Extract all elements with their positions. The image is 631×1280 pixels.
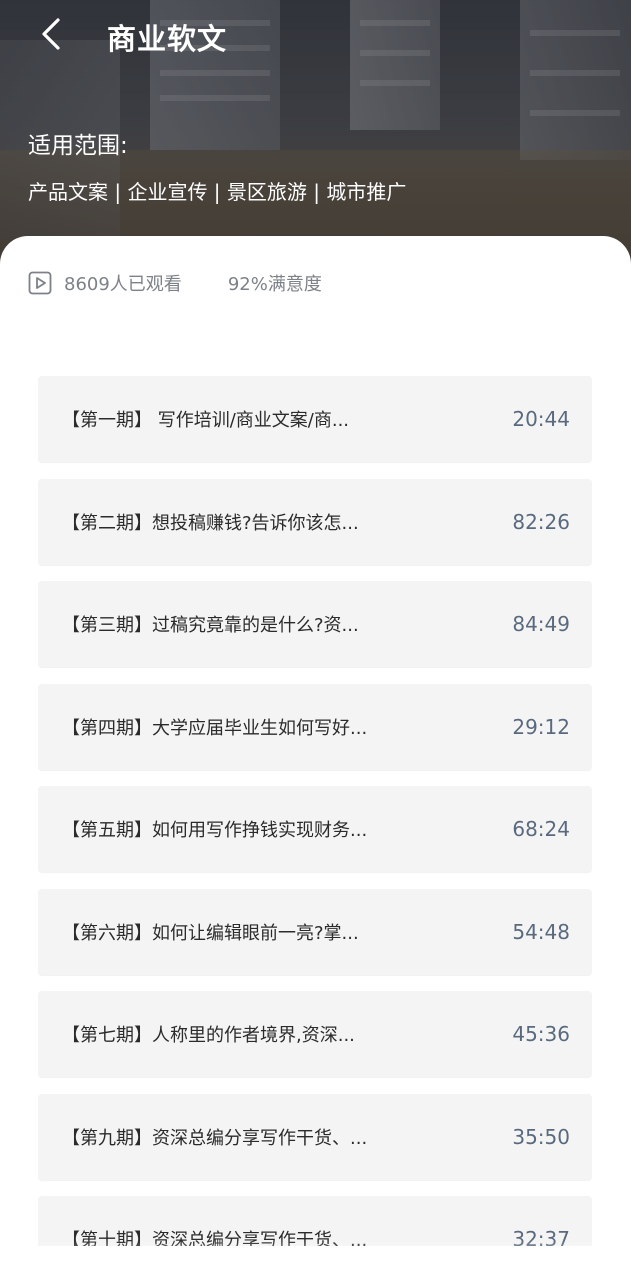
episode-duration: 84:49 xyxy=(512,612,570,636)
page-title: 商业软文 xyxy=(107,22,228,56)
top-bar: 商业软文 xyxy=(0,0,631,72)
episode-duration: 68:24 xyxy=(512,817,570,841)
episode-duration: 45:36 xyxy=(512,1022,570,1046)
view-count: 8609人已观看 xyxy=(64,274,182,295)
episode-title: 【第六期】如何让编辑眼前一亮?掌... xyxy=(62,922,359,944)
list-bottom-fade xyxy=(0,1240,631,1280)
episode-title: 【第二期】想投稿赚钱?告诉你该怎... xyxy=(62,512,359,534)
scope-label: 适用范围: xyxy=(28,133,128,159)
episode-item[interactable]: 【第九期】资深总编分享写作干货、... 35:50 xyxy=(38,1093,592,1180)
episode-duration: 20:44 xyxy=(512,407,570,431)
episode-duration: 29:12 xyxy=(512,714,570,739)
video-play-icon xyxy=(28,271,52,295)
episode-item[interactable]: 【第七期】人称里的作者境界,资深... 45:36 xyxy=(38,991,592,1077)
episode-title: 【第五期】如何用写作挣钱实现财务... xyxy=(62,820,368,841)
episode-item[interactable]: 【第五期】如何用写作挣钱实现财务... 68:24 xyxy=(38,786,592,872)
episode-item[interactable]: 【第四期】大学应届毕业生如何写好... 29:12 xyxy=(38,683,592,770)
back-button[interactable] xyxy=(30,12,74,56)
episode-title: 【第一期】 写作培训/商业文案/商... xyxy=(62,410,350,431)
episode-item[interactable]: 【第三期】过稿究竟靠的是什么?资... 84:49 xyxy=(38,581,592,667)
episode-item[interactable]: 【第一期】 写作培训/商业文案/商... 20:44 xyxy=(38,376,592,462)
episode-title: 【第三期】过稿究竟靠的是什么?资... xyxy=(62,615,359,636)
chevron-left-icon xyxy=(42,18,60,50)
episode-duration: 35:50 xyxy=(512,1124,570,1149)
episode-duration: 54:48 xyxy=(512,919,570,944)
episode-title: 【第七期】人称里的作者境界,资深... xyxy=(62,1025,355,1046)
episode-duration: 82:26 xyxy=(512,509,570,534)
episode-item[interactable]: 【第十期】资深总编分享写作干货、... 32:37 xyxy=(38,1196,592,1246)
satisfaction-rate: 92%满意度 xyxy=(227,274,322,295)
episode-item[interactable]: 【第二期】想投稿赚钱?告诉你该怎... 82:26 xyxy=(38,478,592,565)
content-card: 8609人已观看 92%满意度 【第一期】 写作培训/商业文案/商... 20:… xyxy=(0,236,631,1280)
episode-title: 【第四期】大学应届毕业生如何写好... xyxy=(62,717,368,739)
episode-title: 【第九期】资深总编分享写作干货、... xyxy=(62,1127,368,1149)
stats-row: 8609人已观看 92%满意度 xyxy=(28,270,322,296)
scope-tags: 产品文案 | 企业宣传 | 景区旅游 | 城市推广 xyxy=(28,180,407,204)
episode-item[interactable]: 【第六期】如何让编辑眼前一亮?掌... 54:48 xyxy=(38,888,592,975)
episode-list: 【第一期】 写作培训/商业文案/商... 20:44 【第二期】想投稿赚钱?告诉… xyxy=(38,376,592,1246)
